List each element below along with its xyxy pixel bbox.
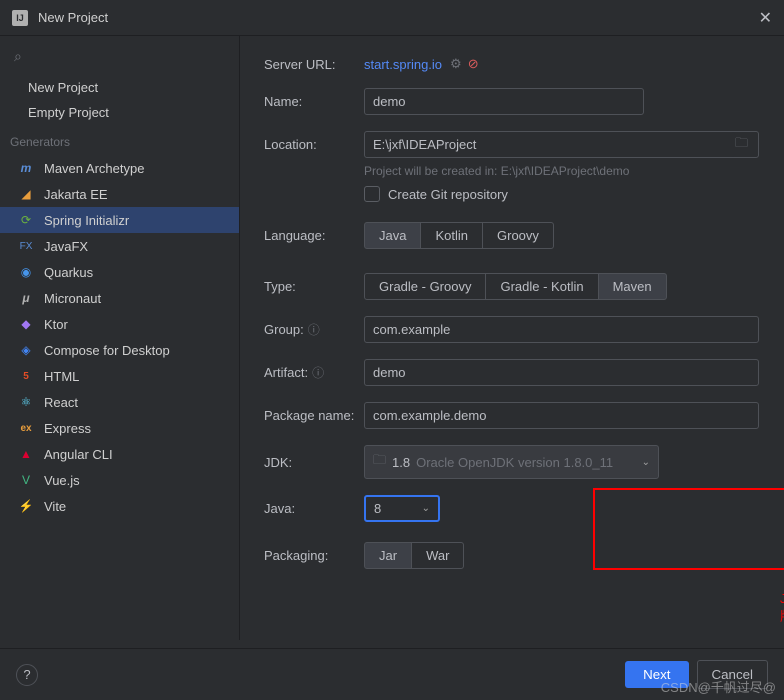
- sidebar-item-label: Express: [44, 421, 91, 436]
- group-input[interactable]: [364, 316, 759, 343]
- sidebar-item-label: Compose for Desktop: [44, 343, 170, 358]
- artifact-input[interactable]: [364, 359, 759, 386]
- react-icon: ⚛: [18, 394, 34, 410]
- packaging-label: Packaging:: [264, 548, 364, 563]
- segment-option[interactable]: Maven: [598, 273, 667, 300]
- segment-option[interactable]: Gradle - Kotlin: [485, 273, 598, 300]
- sidebar-item-label: Angular CLI: [44, 447, 113, 462]
- maven-icon: m: [18, 160, 34, 176]
- sidebar: ⌕ New ProjectEmpty Project Generators mM…: [0, 36, 240, 640]
- language-segmented: JavaKotlinGroovy: [364, 222, 554, 249]
- java-label: Java:: [264, 501, 364, 516]
- sidebar-item-label: Vue.js: [44, 473, 80, 488]
- sidebar-item-label: HTML: [44, 369, 79, 384]
- help-icon[interactable]: ⓘ: [312, 366, 324, 380]
- sidebar-item-label: React: [44, 395, 78, 410]
- watermark: CSDN@千帆过尽@: [661, 677, 776, 696]
- git-checkbox-label: Create Git repository: [388, 187, 508, 202]
- javafx-icon: FX: [18, 238, 34, 254]
- search-icon: ⌕: [14, 48, 22, 64]
- language-label: Language:: [264, 228, 364, 243]
- name-label: Name:: [264, 94, 364, 109]
- sidebar-item-label: Ktor: [44, 317, 68, 332]
- app-icon: IJ: [12, 10, 28, 26]
- sidebar-item-label: Jakarta EE: [44, 187, 108, 202]
- jdk-folder-icon: 🗀: [373, 451, 386, 473]
- sidebar-item[interactable]: Empty Project: [0, 100, 239, 125]
- type-label: Type:: [264, 279, 364, 294]
- git-checkbox[interactable]: [364, 186, 380, 202]
- angular-icon: ▲: [18, 446, 34, 462]
- jdk-dropdown[interactable]: 🗀 1.8 Oracle OpenJDK version 1.8.0_11 ⌄: [364, 445, 659, 479]
- sidebar-item-label: Micronaut: [44, 291, 101, 306]
- segment-option[interactable]: Gradle - Groovy: [364, 273, 486, 300]
- ktor-icon: ◆: [18, 316, 34, 332]
- type-segmented: Gradle - GroovyGradle - KotlinMaven: [364, 273, 667, 300]
- window-title: New Project: [38, 10, 759, 25]
- segment-option[interactable]: War: [411, 542, 464, 569]
- server-url-label: Server URL:: [264, 57, 364, 72]
- close-icon[interactable]: ✕: [759, 8, 772, 28]
- name-input[interactable]: [364, 88, 644, 115]
- sidebar-item-generator[interactable]: ▲ Angular CLI: [0, 441, 239, 467]
- sidebar-item-generator[interactable]: ◉ Quarkus: [0, 259, 239, 285]
- segment-option[interactable]: Java: [364, 222, 421, 249]
- spring-icon: ⟳: [18, 212, 34, 228]
- html-icon: 5: [18, 368, 34, 384]
- sidebar-item-generator[interactable]: ⚡ Vite: [0, 493, 239, 519]
- form-panel: Server URL: start.spring.io ⚙ ⊘ Name: Lo…: [240, 36, 784, 640]
- sidebar-item-generator[interactable]: μ Micronaut: [0, 285, 239, 311]
- artifact-label: Artifact:ⓘ: [264, 364, 364, 381]
- annotation-java: Java版本: [780, 591, 784, 625]
- sidebar-item-generator[interactable]: ⟳ Spring Initializr: [0, 207, 239, 233]
- sidebar-item-label: Spring Initializr: [44, 213, 129, 228]
- sidebar-item-label: Quarkus: [44, 265, 93, 280]
- vite-icon: ⚡: [18, 498, 34, 514]
- sidebar-item-label: JavaFX: [44, 239, 88, 254]
- location-label: Location:: [264, 137, 364, 152]
- chevron-down-icon: ⌄: [422, 503, 430, 514]
- jdk-label: JDK:: [264, 455, 364, 470]
- help-icon[interactable]: ⓘ: [308, 323, 320, 337]
- vue-icon: V: [18, 472, 34, 488]
- search-input[interactable]: ⌕: [0, 44, 239, 75]
- sidebar-item-generator[interactable]: ⚛ React: [0, 389, 239, 415]
- sidebar-item-generator[interactable]: ex Express: [0, 415, 239, 441]
- sidebar-item-label: Maven Archetype: [44, 161, 144, 176]
- gear-icon[interactable]: ⚙: [450, 56, 462, 72]
- sidebar-item-generator[interactable]: V Vue.js: [0, 467, 239, 493]
- help-button[interactable]: ?: [16, 664, 38, 686]
- java-dropdown[interactable]: 8 ⌄: [364, 495, 440, 522]
- location-hint: Project will be created in: E:\jxf\IDEAP…: [364, 164, 760, 178]
- segment-option[interactable]: Groovy: [482, 222, 554, 249]
- sidebar-item-generator[interactable]: ◆ Ktor: [0, 311, 239, 337]
- micronaut-icon: μ: [18, 290, 34, 306]
- chevron-down-icon: ⌄: [642, 457, 650, 468]
- quarkus-icon: ◉: [18, 264, 34, 280]
- sidebar-item-label: Vite: [44, 499, 66, 514]
- sidebar-item-generator[interactable]: ◢ Jakarta EE: [0, 181, 239, 207]
- compose-icon: ◈: [18, 342, 34, 358]
- jakarta-icon: ◢: [18, 186, 34, 202]
- sidebar-item-generator[interactable]: m Maven Archetype: [0, 155, 239, 181]
- package-input[interactable]: [364, 402, 759, 429]
- server-url-link[interactable]: start.spring.io: [364, 57, 442, 72]
- location-input[interactable]: [365, 132, 735, 157]
- titlebar: IJ New Project ✕: [0, 0, 784, 36]
- generators-header: Generators: [0, 125, 239, 155]
- package-label: Package name:: [264, 408, 364, 423]
- segment-option[interactable]: Kotlin: [420, 222, 483, 249]
- warning-icon: ⊘: [468, 56, 479, 72]
- segment-option[interactable]: Jar: [364, 542, 412, 569]
- sidebar-item-generator[interactable]: ◈ Compose for Desktop: [0, 337, 239, 363]
- group-label: Group:ⓘ: [264, 321, 364, 338]
- packaging-segmented: JarWar: [364, 542, 464, 569]
- sidebar-item-generator[interactable]: 5 HTML: [0, 363, 239, 389]
- folder-icon[interactable]: 🗀: [735, 134, 748, 156]
- express-icon: ex: [18, 420, 34, 436]
- sidebar-item[interactable]: New Project: [0, 75, 239, 100]
- sidebar-item-generator[interactable]: FX JavaFX: [0, 233, 239, 259]
